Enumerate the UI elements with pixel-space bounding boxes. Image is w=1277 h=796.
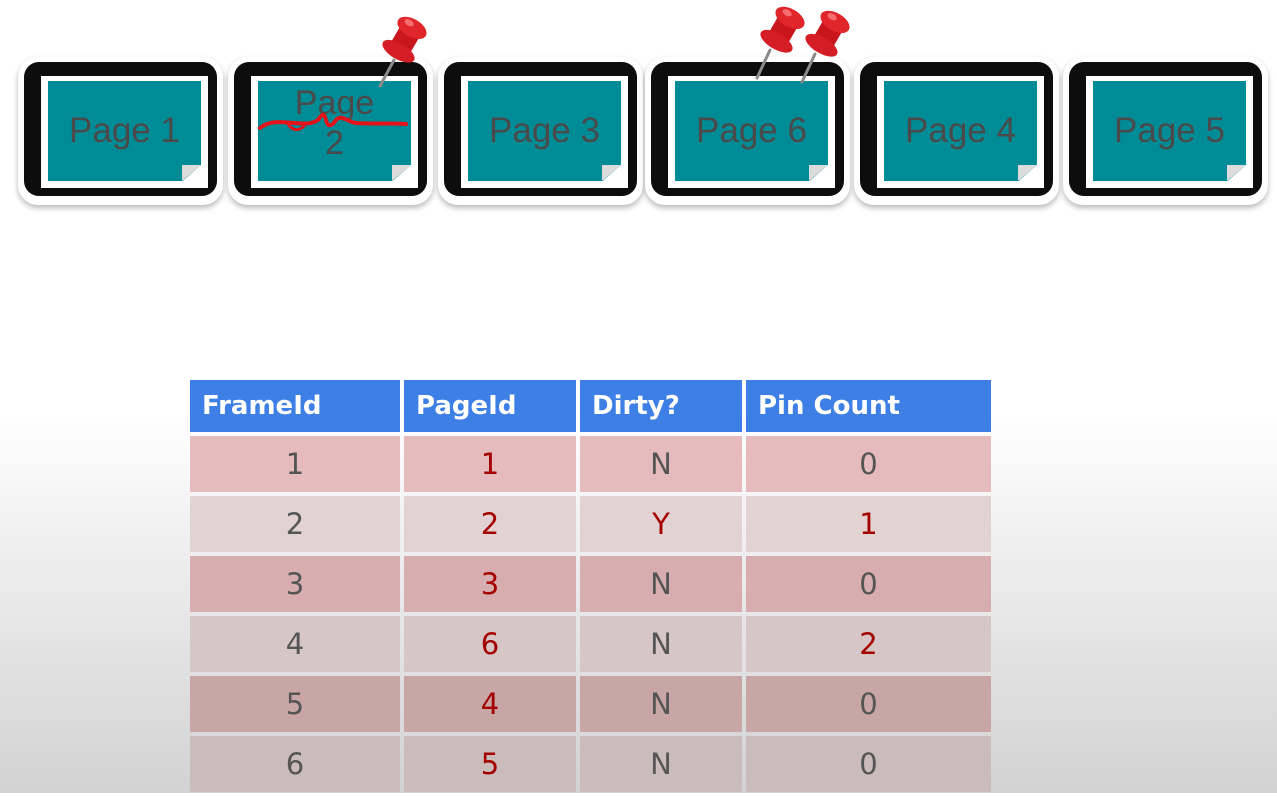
- table-row: 5 4 N 0: [190, 676, 991, 732]
- page-card: Page 6: [668, 76, 835, 188]
- cell-dirty: Y: [580, 496, 742, 552]
- frame-5: Page 4: [854, 57, 1059, 205]
- cell-page-id: 6: [404, 616, 576, 672]
- header-pin-count: Pin Count: [746, 380, 991, 432]
- cell-frame-id: 2: [190, 496, 400, 552]
- buffer-pool-table: FrameId PageId Dirty? Pin Count 1 1 N 0 …: [186, 376, 995, 796]
- frame-6: Page 5: [1063, 57, 1268, 205]
- cell-page-id: 4: [404, 676, 576, 732]
- table-row: 3 3 N 0: [190, 556, 991, 612]
- cell-page-id: 3: [404, 556, 576, 612]
- buffer-pool-frames: Page 1 Page 2 Page 3 Page 6 Page 4 Page …: [0, 0, 1277, 220]
- cell-pin-count: 0: [746, 556, 991, 612]
- cell-dirty: N: [580, 616, 742, 672]
- frame-1: Page 1: [18, 57, 223, 205]
- header-frame-id: FrameId: [190, 380, 400, 432]
- table-row: 1 1 N 0: [190, 436, 991, 492]
- cell-frame-id: 6: [190, 736, 400, 792]
- header-page-id: PageId: [404, 380, 576, 432]
- page-card: Page 5: [1086, 76, 1253, 188]
- table-header-row: FrameId PageId Dirty? Pin Count: [190, 380, 991, 432]
- page-label: Page 6: [696, 111, 807, 150]
- cell-pin-count: 1: [746, 496, 991, 552]
- cell-pin-count: 0: [746, 676, 991, 732]
- table-row: 6 5 N 0: [190, 736, 991, 792]
- push-pin-icon: [378, 16, 427, 88]
- cell-page-id: 2: [404, 496, 576, 552]
- cell-frame-id: 4: [190, 616, 400, 672]
- page-label: Page 1: [69, 111, 180, 150]
- cell-page-id: 5: [404, 736, 576, 792]
- cell-pin-count: 0: [746, 436, 991, 492]
- page-label: Page 3: [489, 111, 600, 150]
- cell-dirty: N: [580, 736, 742, 792]
- page-card: Page 3: [461, 76, 628, 188]
- page-label: Page 5: [1114, 111, 1225, 150]
- push-pin-icon: [800, 10, 850, 84]
- page-card: Page 1: [41, 76, 208, 188]
- cell-dirty: N: [580, 676, 742, 732]
- cell-dirty: N: [580, 436, 742, 492]
- red-scribble-mark: [258, 112, 408, 132]
- page-card: Page 4: [877, 76, 1044, 188]
- table-row: 4 6 N 2: [190, 616, 991, 672]
- cell-frame-id: 1: [190, 436, 400, 492]
- frame-3: Page 3: [438, 57, 643, 205]
- cell-page-id: 1: [404, 436, 576, 492]
- page-label: Page 4: [905, 111, 1016, 150]
- cell-frame-id: 3: [190, 556, 400, 612]
- header-dirty: Dirty?: [580, 380, 742, 432]
- cell-frame-id: 5: [190, 676, 400, 732]
- cell-dirty: N: [580, 556, 742, 612]
- table-row: 2 2 Y 1: [190, 496, 991, 552]
- cell-pin-count: 2: [746, 616, 991, 672]
- cell-pin-count: 0: [746, 736, 991, 792]
